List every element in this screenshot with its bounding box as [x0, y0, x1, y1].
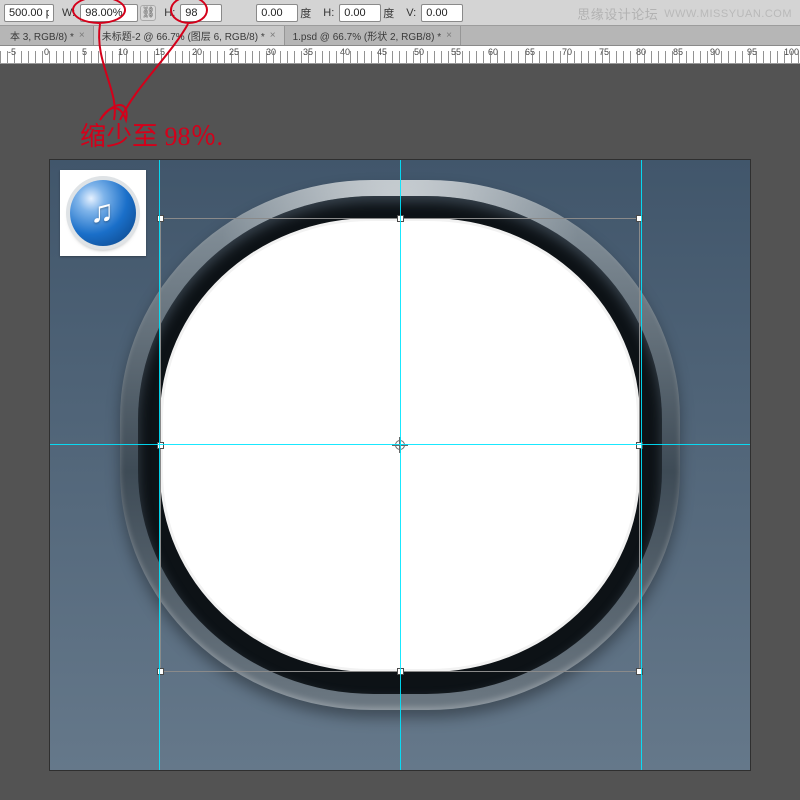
ruler-tick-label: 45 [377, 47, 387, 57]
ruler-tick-label: 95 [747, 47, 757, 57]
ruler-tick-label: 65 [525, 47, 535, 57]
ruler-tick-label: 55 [451, 47, 461, 57]
ruler-tick-label: 35 [303, 47, 313, 57]
ruler-tick-label: 70 [562, 47, 572, 57]
ruler-tick-label: 60 [488, 47, 498, 57]
ruler-tick-label: 75 [599, 47, 609, 57]
angle-unit: 度 [300, 5, 315, 21]
height-scale-label: H: [158, 7, 178, 19]
document-tab[interactable]: 1.psd @ 66.7% (形状 2, RGB/8) * × [285, 26, 461, 45]
width-scale-label: W: [56, 7, 78, 19]
width-scale-input[interactable] [80, 4, 138, 22]
guide-horizontal[interactable] [50, 444, 750, 445]
document-tab[interactable]: 本 3, RGB/8) * × [2, 26, 94, 45]
watermark-url: WWW.MISSYUAN.COM [664, 8, 792, 20]
ruler-tick-label: 5 [82, 47, 87, 57]
tab-label: 本 3, RGB/8) * [10, 28, 74, 43]
ruler-tick-label: 0 [44, 47, 49, 57]
tab-label: 未标题-2 @ 66.7% (图层 6, RGB/8) * [102, 28, 265, 43]
ruler-tick-label: 10 [118, 47, 128, 57]
link-icon[interactable]: ⛓ [140, 5, 156, 21]
height-scale-input[interactable] [180, 4, 222, 22]
ruler-tick-label: 20 [192, 47, 202, 57]
guide-vertical[interactable] [400, 160, 401, 770]
tab-label: 1.psd @ 66.7% (形状 2, RGB/8) * [293, 28, 442, 43]
guide-vertical[interactable] [641, 160, 642, 770]
document-tab-strip[interactable]: 本 3, RGB/8) * × 未标题-2 @ 66.7% (图层 6, RGB… [0, 26, 800, 46]
ruler-tick-label: 90 [710, 47, 720, 57]
skew-h-input[interactable] [339, 4, 381, 22]
ruler-tick-label: 80 [636, 47, 646, 57]
ruler-tick-label: 15 [155, 47, 165, 57]
ruler-tick-label: 25 [229, 47, 239, 57]
close-icon[interactable]: × [270, 30, 276, 41]
ruler-tick-label: 100 [784, 47, 799, 57]
ruler-tick-label: 30 [266, 47, 276, 57]
ruler-tick-label: 50 [414, 47, 424, 57]
reference-thumbnail: ♫ [60, 170, 146, 256]
rotate-angle-input[interactable] [256, 4, 298, 22]
document-tab[interactable]: 未标题-2 @ 66.7% (图层 6, RGB/8) * × [94, 26, 285, 45]
horizontal-ruler[interactable]: -5 0 5 10 15 20 25 30 35 40 45 50 55 60 65 70 75 80 85 90 95… [0, 46, 800, 64]
skew-h-unit: 度 [383, 5, 398, 21]
music-note-icon: ♫ [90, 195, 114, 227]
ruler-tick-label: -5 [8, 47, 16, 57]
work-area[interactable]: ♫ [0, 64, 800, 800]
ruler-tick-label: 85 [673, 47, 683, 57]
watermark-text: 思缘设计论坛 [577, 4, 658, 23]
ruler-tick-label: 40 [340, 47, 350, 57]
skew-v-input[interactable] [421, 4, 463, 22]
skew-v-label: V: [400, 7, 419, 19]
skew-h-label: H: [317, 7, 337, 19]
close-icon[interactable]: × [79, 30, 85, 41]
watermark: 思缘设计论坛 WWW.MISSYUAN.COM [577, 4, 792, 23]
ref-point-x-input[interactable] [4, 4, 54, 22]
guide-vertical[interactable] [159, 160, 160, 770]
close-icon[interactable]: × [446, 30, 452, 41]
document-canvas[interactable]: ♫ [50, 160, 750, 770]
